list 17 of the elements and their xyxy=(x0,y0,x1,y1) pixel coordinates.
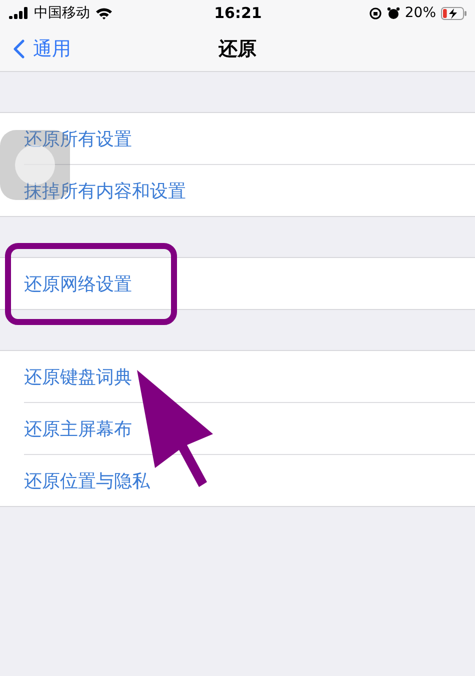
settings-item[interactable]: 还原位置与隐私 xyxy=(24,468,150,492)
signal-icon xyxy=(9,7,29,19)
settings-item[interactable]: 还原键盘词典 xyxy=(24,364,132,388)
settings-item[interactable]: 还原所有设置 xyxy=(24,126,132,150)
settings-item[interactable]: 还原主屏幕布 xyxy=(24,416,132,440)
page-title: 还原 xyxy=(218,36,256,62)
wifi-icon xyxy=(95,6,113,20)
alarm-icon xyxy=(386,6,400,20)
battery-percent: 20% xyxy=(404,5,436,21)
carrier-name: 中国移动 xyxy=(34,4,90,22)
settings-item[interactable]: 还原网络设置 xyxy=(24,272,132,296)
rotation-lock-icon xyxy=(368,6,382,20)
settings-item[interactable]: 抹掉所有内容和设置 xyxy=(24,178,186,202)
back-button[interactable]: 通用 xyxy=(0,36,71,62)
chevron-left-icon xyxy=(13,38,25,58)
battery-icon xyxy=(441,6,467,20)
status-time: 16:21 xyxy=(214,4,262,22)
